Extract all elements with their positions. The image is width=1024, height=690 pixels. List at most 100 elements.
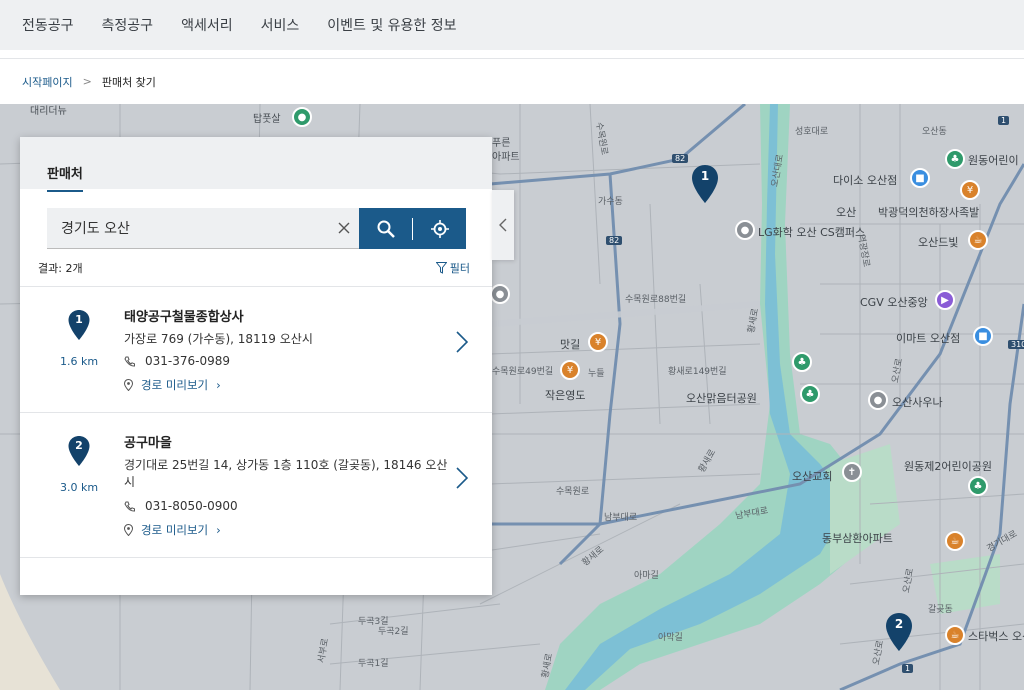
sports-poi-icon[interactable]: ● bbox=[292, 107, 312, 127]
filter-label: 필터 bbox=[449, 262, 470, 275]
map-label: 푸른 bbox=[492, 138, 511, 149]
park-poi-icon[interactable]: ♣ bbox=[968, 476, 988, 496]
map-label: 남부대로 bbox=[604, 513, 638, 523]
breadcrumb-home-link[interactable]: 시작페이지 bbox=[22, 74, 73, 90]
cinema-poi-icon[interactable]: ▶ bbox=[935, 290, 955, 310]
park-poi-icon[interactable]: ♣ bbox=[792, 352, 812, 372]
dealer-detail-chevron-icon[interactable] bbox=[456, 331, 469, 359]
dealer-name: 태양공구철물종합상사 bbox=[124, 310, 244, 325]
park-poi-icon[interactable]: ♣ bbox=[945, 149, 965, 169]
filter-icon bbox=[435, 262, 447, 274]
map-marker-2[interactable]: 2 bbox=[884, 612, 914, 652]
dealer-phone: 031-8050-0900 bbox=[145, 499, 238, 513]
dealer-item[interactable]: 2 3.0 km 공구마을 경기대로 25번길 14, 상가동 1층 110호 … bbox=[20, 412, 492, 558]
top-navigation: 전동공구 측정공구 액세서리 서비스 이벤트 및 유용한 정보 bbox=[0, 0, 1024, 50]
place-poi-icon[interactable]: ● bbox=[490, 284, 510, 304]
map-label: LG화학 오산 CS캠퍼스 bbox=[758, 226, 866, 239]
map-label: 아마길 bbox=[634, 571, 659, 581]
map-label: 오산맑음터공원 bbox=[686, 392, 757, 405]
dealer-phone: 031-376-0989 bbox=[145, 354, 231, 368]
dealer-panel: 판매처 경기도 오산 결과: 2개 필터 1 1.6 km 태양공구철물종합상사… bbox=[20, 137, 492, 595]
location-pin-icon bbox=[124, 524, 133, 536]
map-label: 이마트 오산점 bbox=[896, 332, 961, 345]
road-shield: 82 bbox=[672, 154, 689, 163]
map-label: 맛길 bbox=[560, 338, 581, 351]
map-label: 스타벅스 오산 bbox=[968, 630, 1024, 643]
route-preview-link[interactable]: 경로 미리보기 › bbox=[124, 522, 221, 538]
map-label: 아막길 bbox=[658, 633, 683, 643]
dealer-item[interactable]: 1 1.6 km 태양공구철물종합상사 가장로 769 (가수동), 18119… bbox=[20, 286, 492, 412]
dealer-name: 공구마을 bbox=[124, 436, 172, 451]
map-label: 오산동 bbox=[922, 127, 947, 137]
collapse-panel-button[interactable] bbox=[492, 190, 514, 260]
dealer-phone-row[interactable]: 031-8050-0900 bbox=[124, 499, 238, 513]
location-pin-icon bbox=[124, 379, 133, 391]
nav-events[interactable]: 이벤트 및 유용한 정보 bbox=[327, 15, 456, 35]
dealer-number: 2 bbox=[75, 439, 83, 452]
restaurant-poi-icon[interactable]: ¥ bbox=[960, 180, 980, 200]
clear-search-button[interactable] bbox=[329, 208, 359, 249]
dealer-address: 가장로 769 (가수동), 18119 오산시 bbox=[124, 332, 313, 346]
map-label: 황새로149번길 bbox=[668, 367, 727, 377]
shopping-poi-icon[interactable]: ■ bbox=[910, 168, 930, 188]
cafe-poi-icon[interactable]: ☕ bbox=[945, 625, 965, 645]
chevron-right-icon: › bbox=[216, 378, 221, 392]
dealer-number: 1 bbox=[75, 313, 83, 326]
locate-button[interactable] bbox=[413, 208, 466, 249]
map-label: 수목원로88번길 bbox=[625, 295, 687, 305]
restaurant-poi-icon[interactable]: ¥ bbox=[560, 360, 580, 380]
search-button[interactable] bbox=[359, 208, 412, 249]
panel-tabs: 판매처 bbox=[20, 137, 492, 192]
map-label: 성호대로 bbox=[795, 127, 829, 137]
map-label: 동부삼환아파트 bbox=[822, 532, 893, 545]
chevron-right-icon: › bbox=[216, 523, 221, 537]
search-actions bbox=[359, 208, 466, 249]
marker-number: 2 bbox=[894, 617, 904, 631]
result-bar: 결과: 2개 필터 bbox=[38, 260, 470, 276]
map-label: 원동제2어린이공원 bbox=[904, 460, 992, 473]
map-label: 오산교회 bbox=[792, 470, 833, 483]
place-poi-icon[interactable]: ● bbox=[868, 390, 888, 410]
map-label: CGV 오산중앙 bbox=[860, 296, 928, 309]
dealer-pin-icon: 1 bbox=[67, 309, 91, 341]
map-label: 대리더뉴 bbox=[30, 106, 67, 117]
cafe-poi-icon[interactable]: ☕ bbox=[945, 531, 965, 551]
road-shield: 1 bbox=[902, 664, 914, 673]
search-input[interactable]: 경기도 오산 bbox=[47, 208, 329, 249]
dealer-phone-row[interactable]: 031-376-0989 bbox=[124, 354, 230, 368]
road-shield: 1 bbox=[998, 116, 1010, 125]
place-poi-icon[interactable]: ● bbox=[735, 220, 755, 240]
nav-service[interactable]: 서비스 bbox=[261, 15, 300, 35]
map-label: 오산사우나 bbox=[892, 396, 943, 409]
restaurant-poi-icon[interactable]: ¥ bbox=[588, 332, 608, 352]
breadcrumb-current: 판매처 찾기 bbox=[101, 75, 156, 89]
filter-button[interactable]: 필터 bbox=[435, 260, 470, 276]
cafe-poi-icon[interactable]: ☕ bbox=[968, 230, 988, 250]
nav-measuring-tools[interactable]: 측정공구 bbox=[102, 15, 154, 35]
map-label: 다이소 오산점 bbox=[833, 174, 898, 187]
map-label: 탑풋살 bbox=[253, 114, 281, 125]
nav-accessories[interactable]: 액세서리 bbox=[181, 15, 233, 35]
nav-power-tools[interactable]: 전동공구 bbox=[22, 15, 74, 35]
park-poi-icon[interactable]: ♣ bbox=[800, 384, 820, 404]
map-label: 수목원로 bbox=[556, 487, 590, 497]
marker-number: 1 bbox=[700, 169, 710, 183]
map-label: 갈곶동 bbox=[928, 605, 953, 615]
route-preview-link[interactable]: 경로 미리보기 › bbox=[124, 377, 221, 393]
dealer-pin-icon: 2 bbox=[67, 435, 91, 467]
church-poi-icon[interactable]: ✝ bbox=[842, 462, 862, 482]
map-label: 원동어린이 bbox=[968, 154, 1019, 167]
dealer-distance: 1.6 km bbox=[59, 355, 99, 368]
dealer-address: 경기대로 25번길 14, 상가동 1층 110호 (갈곶동), 18146 오… bbox=[124, 458, 448, 489]
breadcrumb: 시작페이지 > 판매처 찾기 bbox=[0, 58, 1024, 104]
mart-poi-icon[interactable]: ■ bbox=[973, 326, 993, 346]
tab-dealers[interactable]: 판매처 bbox=[47, 163, 83, 192]
locate-icon bbox=[430, 219, 449, 238]
route-preview-label: 경로 미리보기 bbox=[141, 523, 209, 537]
map-marker-1[interactable]: 1 bbox=[690, 164, 720, 204]
result-count: 결과: 2개 bbox=[38, 262, 83, 275]
dealer-detail-chevron-icon[interactable] bbox=[456, 467, 469, 495]
chevron-left-icon bbox=[499, 218, 507, 232]
map-label: 아파트 bbox=[492, 152, 520, 163]
close-icon bbox=[338, 222, 350, 234]
